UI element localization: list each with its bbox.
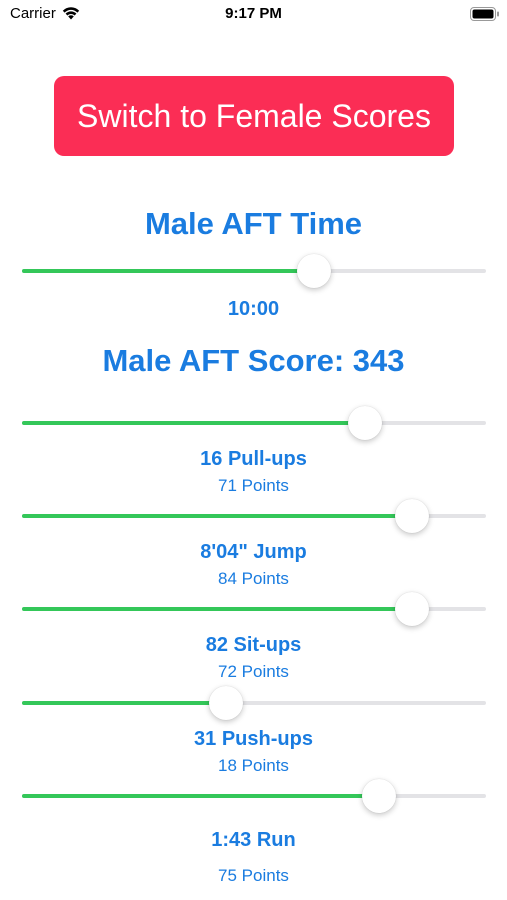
event-points-label: 75 Points (218, 866, 289, 885)
status-bar: Carrier 9:17 PM (0, 0, 507, 30)
slider-fill (22, 794, 380, 798)
event-name-label: 1:43 Run (211, 829, 296, 851)
run-slider[interactable] (22, 776, 486, 816)
pushups-slider[interactable] (22, 683, 486, 723)
switch-gender-button[interactable]: Switch to Female Scores (54, 76, 454, 156)
event-name-label: 31 Push-ups (194, 728, 313, 750)
slider-thumb[interactable] (297, 254, 332, 288)
battery-icon (470, 7, 499, 21)
event-points-label: 84 Points (218, 569, 289, 588)
event-name-label: 8'04" Jump (200, 541, 307, 563)
slider-fill (22, 607, 412, 611)
score-title: Male AFT Score: 343 (102, 343, 405, 378)
clock: 9:17 PM (225, 5, 282, 22)
situps-slider[interactable] (22, 589, 486, 629)
slider-thumb[interactable] (348, 406, 383, 440)
slider-thumb[interactable] (394, 499, 429, 533)
time-value-label: 10:00 (227, 298, 280, 320)
event-name-label: 82 Sit-ups (205, 634, 302, 656)
pullups-slider[interactable] (22, 403, 486, 443)
slider-fill (22, 514, 412, 518)
event-points-label: 18 Points (218, 756, 289, 775)
event-points-label: 72 Points (218, 662, 289, 681)
time-slider[interactable] (22, 251, 486, 291)
slider-thumb[interactable] (362, 779, 397, 813)
slider-thumb[interactable] (394, 592, 429, 626)
jump-slider[interactable] (22, 496, 486, 536)
slider-fill (22, 421, 366, 425)
slider-thumb[interactable] (209, 686, 244, 720)
slider-fill (22, 701, 227, 705)
slider-fill (22, 269, 315, 273)
event-points-label: 71 Points (218, 476, 289, 495)
event-name-label: 16 Pull-ups (200, 448, 307, 470)
time-title: Male AFT Time (144, 206, 363, 241)
